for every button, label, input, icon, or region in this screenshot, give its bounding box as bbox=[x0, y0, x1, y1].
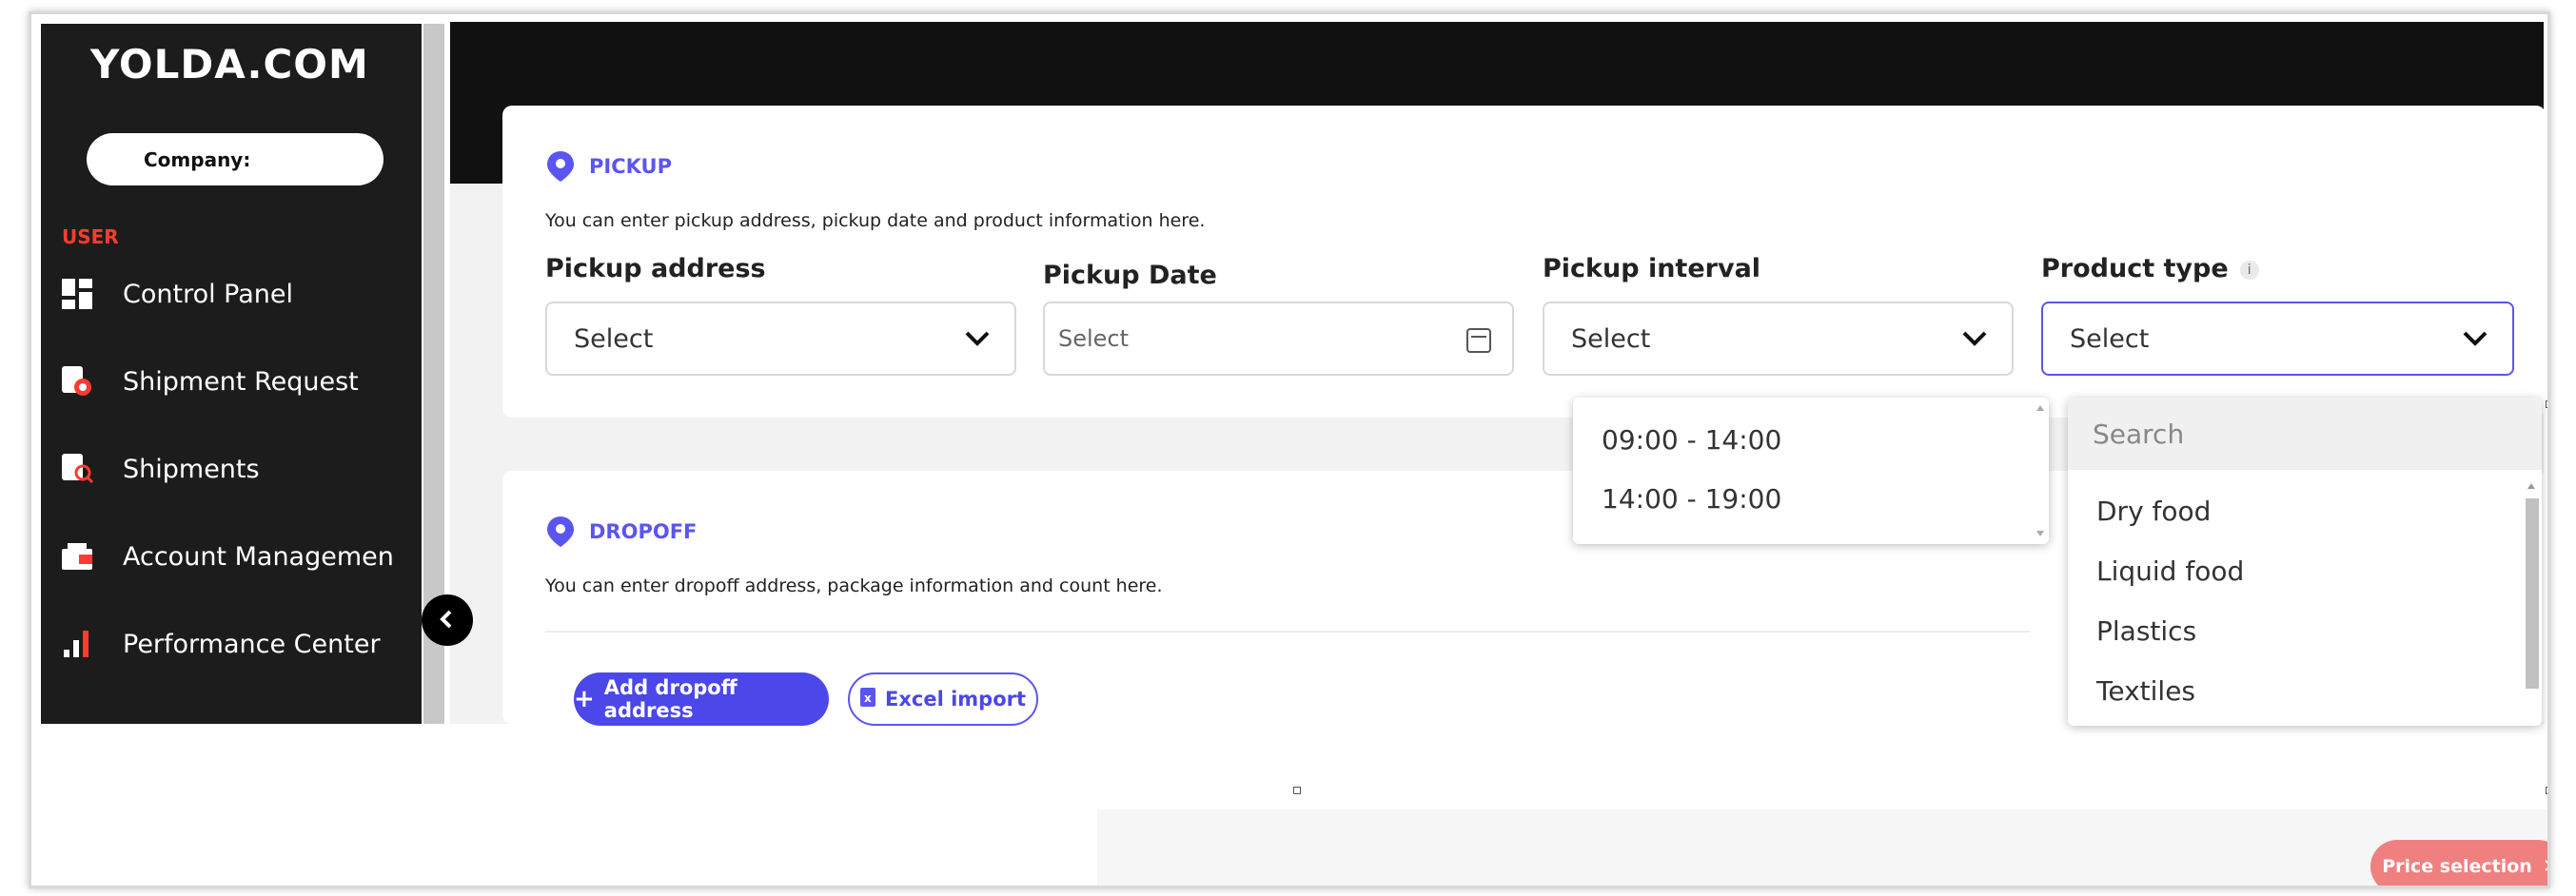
interval-option[interactable]: 09:00 - 14:00 bbox=[1602, 424, 1781, 456]
footer-bar bbox=[1097, 809, 2547, 886]
product-type-option[interactable]: Liquid food bbox=[2096, 555, 2244, 587]
dropdown-scrollbar[interactable] bbox=[2523, 476, 2540, 726]
chevron-right-icon bbox=[2544, 856, 2547, 877]
sidebar-item-shipment-request[interactable]: Shipment Request bbox=[62, 366, 359, 397]
interval-option[interactable]: 14:00 - 19:00 bbox=[1602, 483, 1781, 515]
sidebar-item-account-management[interactable]: Account Managemen bbox=[62, 541, 394, 572]
chevron-left-icon bbox=[437, 605, 458, 636]
dropoff-description: You can enter dropoff address, package i… bbox=[545, 575, 1163, 596]
pickup-date-label: Pickup Date bbox=[1043, 261, 1217, 290]
chevron-down-icon bbox=[2461, 324, 2489, 353]
pickup-address-label: Pickup address bbox=[545, 254, 766, 283]
product-type-search-input[interactable]: Search bbox=[2068, 398, 2542, 470]
product-type-option[interactable]: Plastics bbox=[2096, 615, 2196, 647]
dropdown-scrollbar[interactable] bbox=[2032, 398, 2049, 544]
product-type-label: Product type i bbox=[2041, 254, 2259, 283]
pickup-interval-select[interactable]: Select bbox=[1543, 302, 2014, 376]
shipment-request-icon bbox=[62, 366, 94, 397]
sidebar: YOLDA.COM Company: USER Control Panel Sh… bbox=[41, 24, 422, 724]
dropoff-title: DROPOFF bbox=[589, 520, 698, 543]
pickup-interval-dropdown: 09:00 - 14:00 14:00 - 19:00 bbox=[1573, 398, 2049, 544]
resize-handle[interactable] bbox=[2546, 400, 2547, 408]
sidebar-item-shipments[interactable]: Shipments bbox=[62, 454, 260, 484]
resize-handle[interactable] bbox=[1293, 787, 1301, 794]
location-pin-icon bbox=[545, 515, 576, 549]
sidebar-item-label: Performance Center bbox=[123, 629, 381, 659]
add-dropoff-address-button[interactable]: + Add dropoff address bbox=[574, 672, 829, 726]
pickup-date-input[interactable]: Select bbox=[1043, 302, 1514, 376]
product-type-value: Select bbox=[2070, 323, 2150, 354]
pickup-address-select[interactable]: Select bbox=[545, 302, 1016, 376]
pickup-date-placeholder: Select bbox=[1058, 325, 1130, 352]
plus-icon: + bbox=[574, 685, 595, 713]
bar-chart-icon bbox=[62, 629, 94, 659]
pickup-title: PICKUP bbox=[589, 155, 672, 178]
company-selector[interactable]: Company: bbox=[87, 133, 383, 185]
pickup-address-value: Select bbox=[574, 323, 654, 354]
logo: YOLDA.COM bbox=[90, 41, 369, 88]
product-type-option[interactable]: Dry food bbox=[2096, 496, 2211, 527]
info-icon[interactable]: i bbox=[2239, 260, 2259, 280]
sidebar-item-label: Shipment Request bbox=[123, 366, 359, 397]
collapse-sidebar-button[interactable] bbox=[422, 594, 473, 646]
dropoff-header: DROPOFF bbox=[545, 515, 697, 549]
product-type-select[interactable]: Select bbox=[2041, 302, 2514, 376]
pickup-interval-label: Pickup interval bbox=[1543, 254, 1761, 283]
product-type-option[interactable]: Textiles bbox=[2096, 675, 2195, 707]
add-dropoff-address-label: Add dropoff address bbox=[603, 676, 737, 722]
pickup-description: You can enter pickup address, pickup dat… bbox=[545, 210, 1206, 231]
chevron-down-icon bbox=[963, 324, 992, 353]
calendar-icon[interactable] bbox=[1466, 328, 1491, 353]
pickup-header: PICKUP bbox=[545, 149, 672, 184]
divider bbox=[545, 631, 2030, 633]
app-window: YOLDA.COM Company: USER Control Panel Sh… bbox=[29, 11, 2550, 888]
shipments-search-icon bbox=[62, 454, 94, 484]
price-selection-label: Price selection bbox=[2382, 856, 2532, 877]
sidebar-item-label: Account Managemen bbox=[123, 541, 394, 572]
resize-handle[interactable] bbox=[2546, 787, 2547, 794]
product-type-label-text: Product type bbox=[2041, 254, 2229, 283]
sidebar-item-performance-center[interactable]: Performance Center bbox=[62, 629, 381, 659]
wallet-icon bbox=[62, 541, 94, 572]
sidebar-item-label: Shipments bbox=[123, 454, 260, 484]
dashboard-icon bbox=[62, 279, 94, 309]
sidebar-item-control-panel[interactable]: Control Panel bbox=[62, 279, 293, 309]
sidebar-section-user: USER bbox=[62, 225, 119, 248]
chevron-down-icon bbox=[1960, 324, 1989, 353]
product-type-dropdown: Search Dry food Liquid food Plastics Tex… bbox=[2068, 398, 2542, 726]
svg-text:x: x bbox=[864, 691, 872, 705]
excel-import-button[interactable]: x Excel import bbox=[848, 672, 1038, 726]
location-pin-icon bbox=[545, 149, 576, 184]
excel-file-icon: x bbox=[859, 687, 875, 711]
price-selection-button[interactable]: Price selection bbox=[2370, 840, 2547, 886]
excel-import-label: Excel import bbox=[884, 688, 1027, 711]
sidebar-item-label: Control Panel bbox=[123, 279, 294, 309]
pickup-interval-value: Select bbox=[1571, 323, 1651, 354]
